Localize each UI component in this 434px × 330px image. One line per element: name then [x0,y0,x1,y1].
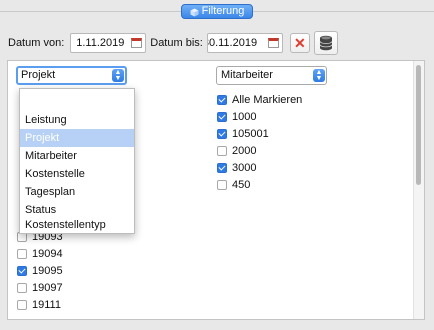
calendar-icon[interactable] [267,38,279,48]
checkbox[interactable] [217,180,227,190]
date-toolbar: Datum von: 1.11.2019 Datum bis: 30.11.20… [8,30,338,56]
dropdown-option-leistung[interactable]: Leistung [20,111,134,129]
right-category-select[interactable]: Mitarbeiter ▲ ▼ [216,66,327,85]
chevron-updown-icon: ▲ ▼ [112,69,124,82]
list-item-label: 19111 [32,299,61,311]
checkbox[interactable] [17,283,27,293]
database-button[interactable] [313,31,338,55]
date-from-label: Datum von: [8,37,65,49]
dropdown-option-projekt[interactable]: Projekt [20,129,134,147]
dropdown-option-kostenstelle[interactable]: Kostenstelle [20,165,134,183]
list-item-label: 450 [232,179,251,191]
filter-title-badge[interactable]: Filterung [181,4,253,19]
checkbox[interactable] [17,249,27,259]
checkbox[interactable] [217,129,227,139]
scrollbar-thumb[interactable] [416,65,421,185]
list-item-label: 2000 [232,145,257,157]
chevron-updown-icon: ▲ ▼ [313,69,325,82]
dropdown-option-mitarbeiter[interactable]: Mitarbeiter [20,147,134,165]
checkbox[interactable] [217,163,227,173]
left-list-item[interactable]: 19097 [17,280,63,296]
list-item-label: 19094 [32,248,63,260]
dropdown-option-status[interactable]: Status [20,201,134,219]
list-item-label: 105001 [232,128,269,140]
clear-dates-button[interactable]: ✕ [289,33,310,53]
close-x-icon: ✕ [293,35,306,51]
list-item-label: 1000 [232,111,257,123]
dropdown-option-tagesplan[interactable]: Tagesplan [20,183,134,201]
filter-title: Filterung [201,5,245,17]
right-list-item[interactable]: 2000 [217,143,256,159]
date-from-value: 1.11.2019 [76,37,125,49]
left-category-select[interactable]: Projekt ▲ ▼ [16,66,127,85]
date-to-value: 30.11.2019 [207,37,258,49]
left-list-item[interactable]: 19111 [17,297,61,313]
right-select-value: Mitarbeiter [221,69,273,81]
date-to-field[interactable]: 30.11.2019 [206,33,283,53]
left-list-item[interactable]: 19094 [17,246,63,262]
checkbox[interactable] [17,300,27,310]
dropdown-option-empty[interactable] [20,93,134,111]
calendar-icon[interactable] [131,38,143,48]
left-select-value: Projekt [21,69,56,81]
right-list-item[interactable]: 1000 [217,109,256,125]
checkbox[interactable] [217,146,227,156]
vertical-scrollbar[interactable] [413,61,424,319]
date-from-field[interactable]: 1.11.2019 [70,33,147,53]
cube-icon [190,7,199,17]
checkbox[interactable] [17,266,27,276]
checkbox[interactable] [217,112,227,122]
database-icon [319,35,333,51]
right-list-item[interactable]: 105001 [217,126,269,142]
date-to-label: Datum bis: [150,37,203,49]
list-item-label: 19097 [32,282,63,294]
list-item-label: Alle Markieren [232,94,303,106]
right-list-item[interactable]: 3000 [217,160,256,176]
left-list-item[interactable]: 19095 [17,263,63,279]
category-dropdown-menu: Leistung Projekt Mitarbeiter Kostenstell… [19,88,135,234]
right-list-item[interactable]: 450 [217,177,250,193]
list-item-label: 19095 [32,265,63,277]
right-list-item[interactable]: Alle Markieren [217,92,302,108]
dropdown-option-kostenstellentyp[interactable]: Kostenstellentyp [20,219,134,233]
filter-panel: Projekt ▲ ▼ Mitarbeiter ▲ ▼ Alle Markieren… [7,60,425,320]
checkbox[interactable] [217,95,227,105]
list-item-label: 3000 [232,162,257,174]
